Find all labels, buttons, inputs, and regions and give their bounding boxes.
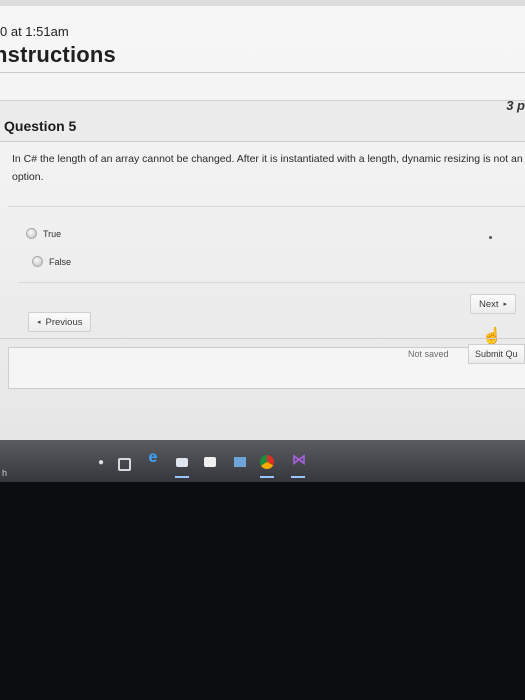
task-view-icon[interactable] <box>118 458 131 471</box>
next-label: Next <box>479 298 499 310</box>
question-label: Question 5 <box>4 118 77 134</box>
microphone-icon[interactable]: ● <box>94 455 108 469</box>
mail-icon[interactable] <box>176 458 188 467</box>
screen-dust <box>489 236 492 239</box>
hand-cursor-icon: ☝ <box>482 328 502 345</box>
active-app-indicator <box>260 476 274 478</box>
question-points: 3 p <box>506 98 525 113</box>
divider <box>18 282 525 283</box>
photos-icon[interactable] <box>234 457 246 467</box>
chevron-left-icon: ◂ <box>37 319 41 326</box>
taskbar-search-text[interactable]: h <box>2 468 7 478</box>
active-app-indicator <box>291 476 305 478</box>
question-text: In C# the length of an array cannot be c… <box>12 153 523 183</box>
answer-label: False <box>49 256 72 267</box>
page-title: nstructions <box>0 42 116 67</box>
previous-label: Previous <box>45 316 83 328</box>
divider <box>0 72 525 73</box>
answer-label: True <box>43 228 62 239</box>
radio-button[interactable] <box>32 256 43 267</box>
answer-option-true[interactable]: True <box>26 228 61 239</box>
chevron-right-icon: ▸ <box>503 301 508 308</box>
top-edge <box>0 0 525 6</box>
browser-screen: 0 at 1:51am nstructions Question 5 3 p I… <box>0 0 525 440</box>
question-header-bar <box>0 100 525 142</box>
monitor-bezel <box>0 482 525 700</box>
quiz-timestamp: 0 at 1:51am <box>0 24 69 39</box>
divider <box>0 338 525 339</box>
answer-option-false[interactable]: False <box>32 256 71 267</box>
radio-button[interactable] <box>26 228 37 239</box>
edge-icon[interactable]: e <box>146 449 160 466</box>
previous-button[interactable]: ◂ Previous <box>28 312 92 332</box>
next-button[interactable]: Next ▸ <box>470 294 517 314</box>
divider <box>8 206 525 207</box>
visual-studio-icon[interactable]: ⋈ <box>292 451 306 467</box>
active-app-indicator <box>175 476 189 478</box>
chrome-icon[interactable] <box>260 455 274 469</box>
submit-quiz-button[interactable]: Submit Qu <box>468 344 525 364</box>
save-status: Not saved <box>408 349 449 359</box>
store-icon[interactable] <box>204 457 216 467</box>
